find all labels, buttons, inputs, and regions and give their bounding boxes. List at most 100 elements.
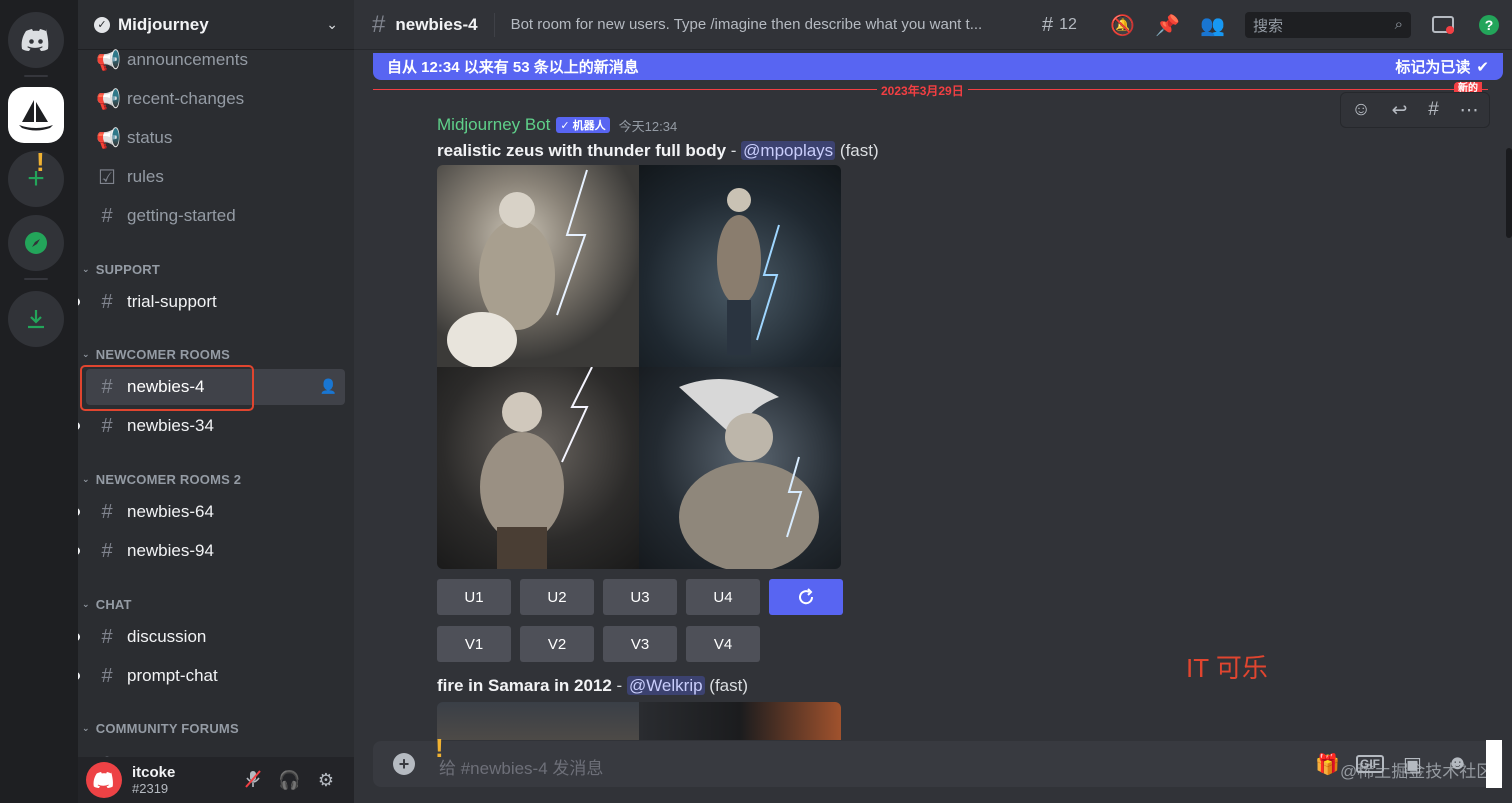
- prompt-dash: -: [611, 676, 627, 695]
- discord-home-button[interactable]: [8, 12, 64, 68]
- channel-label: getting-started: [127, 206, 236, 225]
- message-composer[interactable]: + ! 给 #newbies-4 发消息 🎁 GIF ▣ ☻: [373, 733, 1503, 787]
- new-messages-text: 自从 12:34 以来有 53 条以上的新消息: [387, 59, 639, 76]
- hash-icon: #: [101, 625, 113, 648]
- server-rail: + !: [0, 0, 72, 803]
- microphone-off-icon: [245, 770, 261, 788]
- reply-icon[interactable]: ↩: [1392, 99, 1408, 122]
- server-name: Midjourney: [118, 14, 209, 34]
- help-button[interactable]: ?: [1478, 13, 1500, 37]
- channel-getting-started[interactable]: # getting-started: [86, 198, 345, 234]
- channel-label: rules: [127, 167, 164, 186]
- user-mention[interactable]: @mpoplays: [741, 141, 836, 160]
- add-attachment-icon[interactable]: +: [393, 753, 415, 775]
- generated-image-6[interactable]: [639, 702, 841, 740]
- unread-indicator: [78, 672, 80, 680]
- channel-label: newbies-34: [127, 416, 214, 435]
- mark-as-read-button[interactable]: 标记为已读 ✔: [1395, 56, 1489, 77]
- mute-microphone-icon[interactable]: [242, 769, 264, 791]
- checkbox-icon: ☑: [98, 166, 116, 189]
- more-options-icon[interactable]: ⋯: [1460, 99, 1479, 122]
- member-list-button[interactable]: 👥: [1200, 13, 1225, 37]
- upscale-button-u3[interactable]: U3: [603, 579, 677, 615]
- thread-hash-icon: #: [101, 664, 113, 687]
- channel-discussion[interactable]: # discussion: [86, 619, 345, 655]
- channel-trial-support[interactable]: # trial-support: [86, 284, 345, 320]
- download-apps-button[interactable]: [8, 291, 64, 347]
- channel-topic[interactable]: Bot room for new users. Type /imagine th…: [511, 16, 1006, 33]
- message-input-placeholder[interactable]: 给 #newbies-4 发消息: [439, 754, 603, 779]
- channel-newbies-34[interactable]: # newbies-34: [86, 408, 345, 444]
- threads-icon: #: [1042, 13, 1054, 36]
- channel-prompt-chat[interactable]: # prompt-chat: [86, 658, 345, 694]
- channel-announcements[interactable]: 📢 announcements: [86, 42, 345, 78]
- thread-count: 12: [1059, 16, 1077, 33]
- avatar[interactable]: [86, 762, 122, 798]
- speed-label: (fast): [839, 141, 879, 160]
- category-label: CHAT: [95, 597, 132, 612]
- watermark-text: IT 可乐: [1186, 653, 1268, 683]
- channel-label: newbies-94: [127, 541, 214, 560]
- add-reaction-icon[interactable]: ☺: [1351, 99, 1370, 121]
- add-member-icon[interactable]: 👤: [320, 378, 337, 395]
- channel-status[interactable]: 📢 status: [86, 120, 345, 156]
- variation-button-v3[interactable]: V3: [603, 626, 677, 662]
- reroll-button[interactable]: [769, 579, 843, 615]
- message-timestamp: 今天12:34: [618, 118, 678, 134]
- category-newcomer-rooms[interactable]: ⌄ NEWCOMER ROOMS: [82, 347, 230, 362]
- chevron-down-icon: ⌄: [82, 599, 90, 609]
- notification-settings-button[interactable]: 🔕: [1110, 13, 1135, 37]
- pinned-messages-button[interactable]: 📌: [1155, 13, 1180, 37]
- channel-newbies-94[interactable]: # newbies-94: [86, 533, 345, 569]
- variation-button-v4[interactable]: V4: [686, 626, 760, 662]
- variation-button-row: V1 V2 V3 V4: [437, 626, 760, 662]
- explore-servers-button[interactable]: [8, 215, 64, 271]
- upscale-button-u2[interactable]: U2: [520, 579, 594, 615]
- zeus-image-4: [679, 379, 819, 569]
- gift-icon[interactable]: 🎁: [1315, 752, 1340, 777]
- svg-text:?: ?: [1485, 17, 1494, 33]
- scrollbar-thumb[interactable]: [1506, 148, 1512, 238]
- members-icon: 👥: [1200, 14, 1225, 37]
- speed-label: (fast): [709, 676, 749, 695]
- chevron-down-icon: ⌄: [82, 349, 90, 359]
- midjourney-server-icon[interactable]: [8, 87, 64, 143]
- generated-image-5[interactable]: [437, 702, 639, 740]
- create-thread-icon[interactable]: #: [1428, 99, 1439, 121]
- threads-button[interactable]: # 12: [1042, 13, 1077, 37]
- rail-separator: [24, 278, 48, 280]
- thread-hash-icon: #: [101, 414, 113, 437]
- image-grid[interactable]: [437, 165, 841, 569]
- inbox-button[interactable]: [1432, 13, 1454, 37]
- generated-image-4[interactable]: [639, 367, 841, 569]
- user-mention[interactable]: @Welkrip: [626, 676, 705, 695]
- unread-indicator: [78, 298, 80, 306]
- chevron-down-icon: ⌄: [82, 264, 90, 274]
- settings-gear-icon[interactable]: ⚙: [315, 769, 337, 791]
- new-messages-bar[interactable]: 自从 12:34 以来有 53 条以上的新消息 标记为已读 ✔: [373, 53, 1503, 80]
- category-chat[interactable]: ⌄ CHAT: [82, 597, 132, 612]
- add-server-button[interactable]: + !: [8, 147, 64, 207]
- search-input[interactable]: 搜索 ⌕: [1245, 12, 1411, 38]
- category-support[interactable]: ⌄ SUPPORT: [82, 262, 160, 277]
- generated-image-2[interactable]: [639, 165, 841, 367]
- zeus-image-1: [447, 169, 588, 368]
- upscale-button-u1[interactable]: U1: [437, 579, 511, 615]
- headphones-icon[interactable]: 🎧: [278, 769, 300, 791]
- upscale-button-row: U1 U2 U3 U4: [437, 579, 843, 615]
- category-community-forums[interactable]: ⌄ COMMUNITY FORUMS: [82, 721, 239, 736]
- author-name[interactable]: Midjourney Bot: [437, 115, 550, 135]
- variation-button-v2[interactable]: V2: [520, 626, 594, 662]
- variation-button-v1[interactable]: V1: [437, 626, 511, 662]
- generated-image-3[interactable]: [437, 366, 639, 569]
- category-newcomer-rooms-2[interactable]: ⌄ NEWCOMER ROOMS 2: [82, 472, 241, 487]
- sailboat-icon: [19, 100, 53, 131]
- image-grid-2[interactable]: [437, 702, 841, 740]
- generated-image-1[interactable]: [437, 165, 639, 368]
- scroll-edge: [1486, 740, 1502, 788]
- channel-rules[interactable]: ☑ rules: [86, 159, 345, 195]
- upscale-button-u4[interactable]: U4: [686, 579, 760, 615]
- channel-newbies-64[interactable]: # newbies-64: [86, 494, 345, 530]
- channel-recent-changes[interactable]: 📢 recent-changes: [86, 81, 345, 117]
- message-header: Midjourney Bot ✓ 机器人 今天12:34: [437, 115, 677, 135]
